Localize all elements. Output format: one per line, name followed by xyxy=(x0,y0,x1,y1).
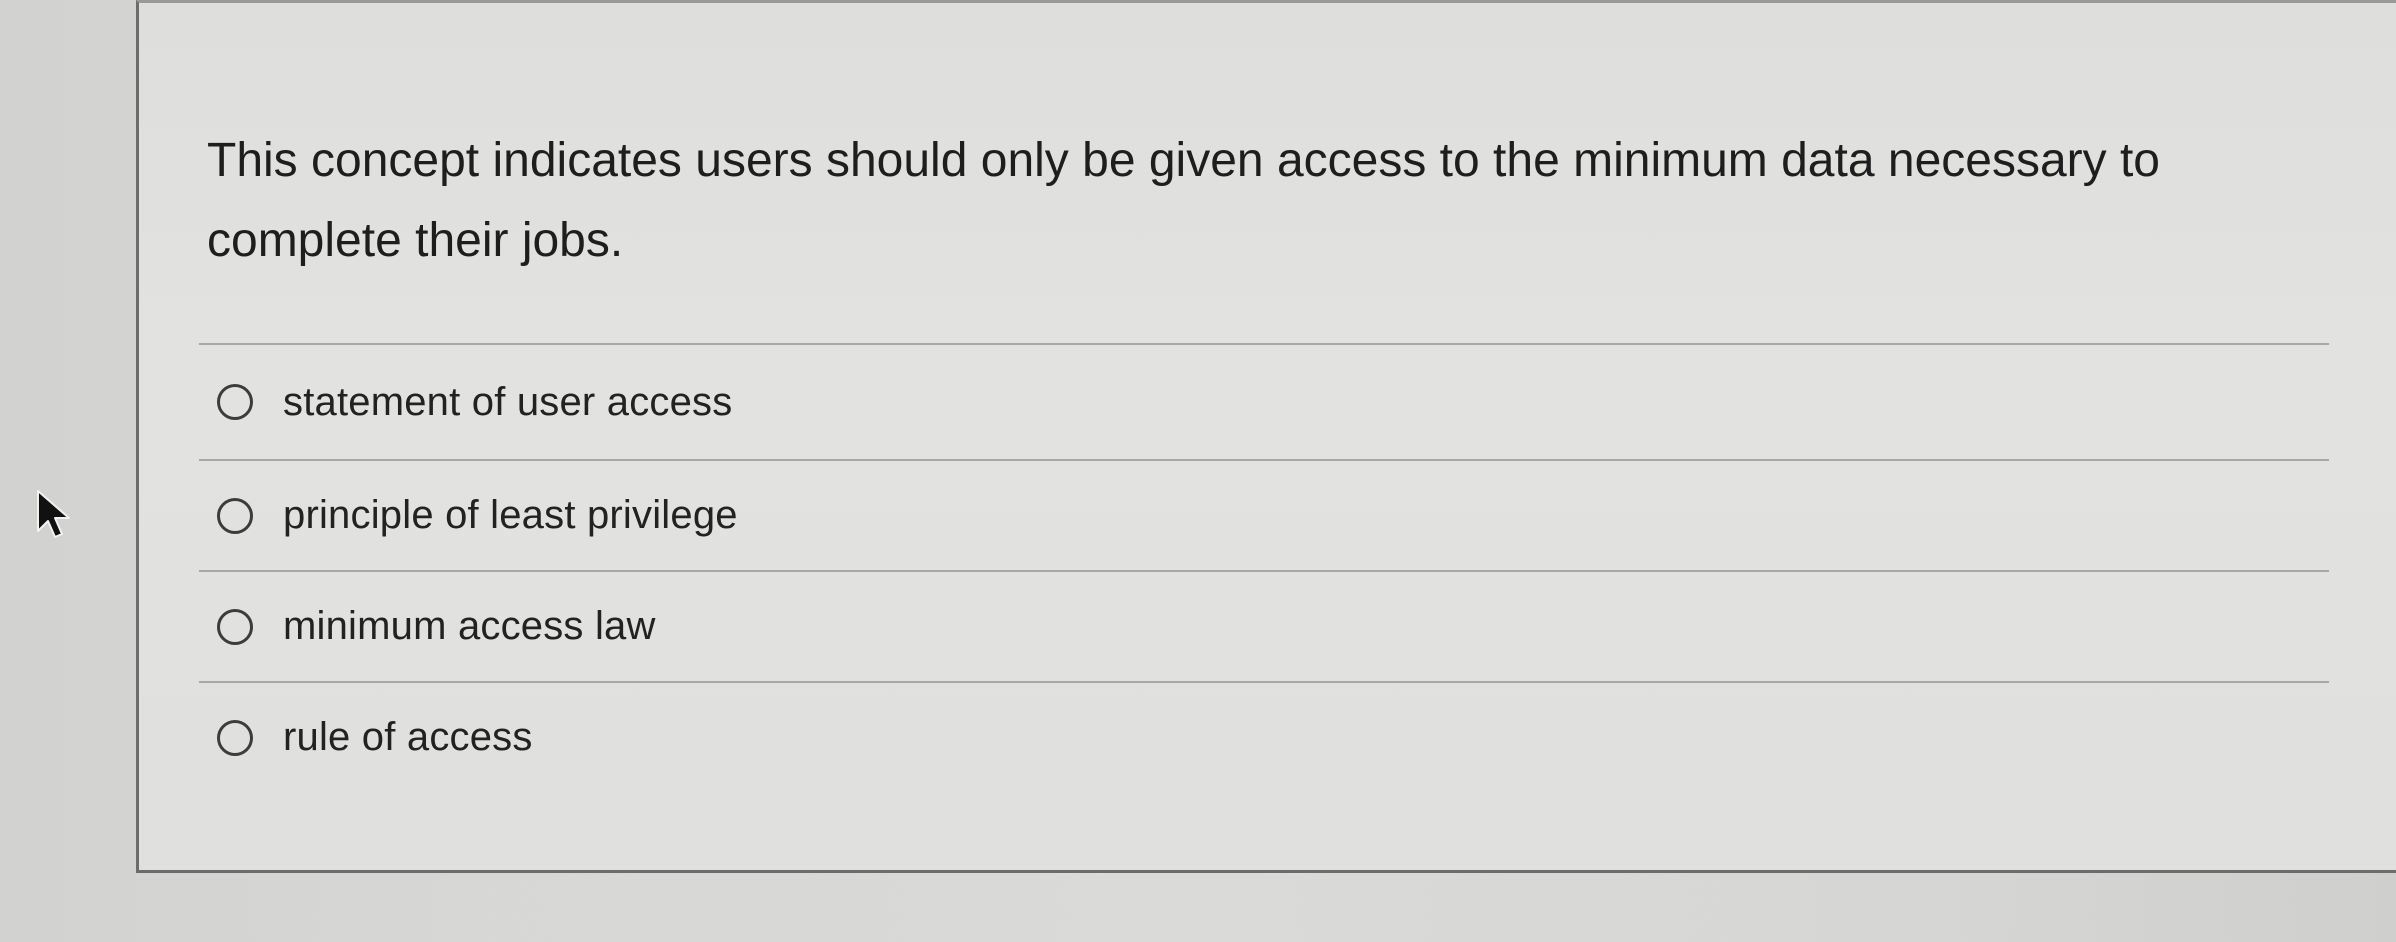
radio-button-icon[interactable] xyxy=(217,384,253,420)
answer-option-rule-of-access[interactable]: rule of access xyxy=(199,681,2329,792)
answer-option-statement-of-user-access[interactable]: statement of user access xyxy=(199,343,2329,459)
answer-option-label: rule of access xyxy=(283,715,533,759)
answer-option-label: minimum access law xyxy=(283,604,656,648)
mouse-pointer-icon xyxy=(37,490,70,538)
answer-option-principle-of-least-privilege[interactable]: principle of least privilege xyxy=(199,459,2329,570)
radio-button-icon[interactable] xyxy=(217,608,253,645)
question-text: This concept indicates users should only… xyxy=(207,134,2160,267)
answer-option-label: principle of least privilege xyxy=(283,493,738,537)
answer-option-label: statement of user access xyxy=(283,379,733,424)
radio-button-icon[interactable] xyxy=(217,497,253,534)
question-card: This concept indicates users should only… xyxy=(136,0,2396,873)
answer-option-minimum-access-law[interactable]: minimum access law xyxy=(199,570,2329,681)
answer-options-list: statement of user access principle of le… xyxy=(199,343,2329,792)
radio-button-icon[interactable] xyxy=(217,719,253,756)
